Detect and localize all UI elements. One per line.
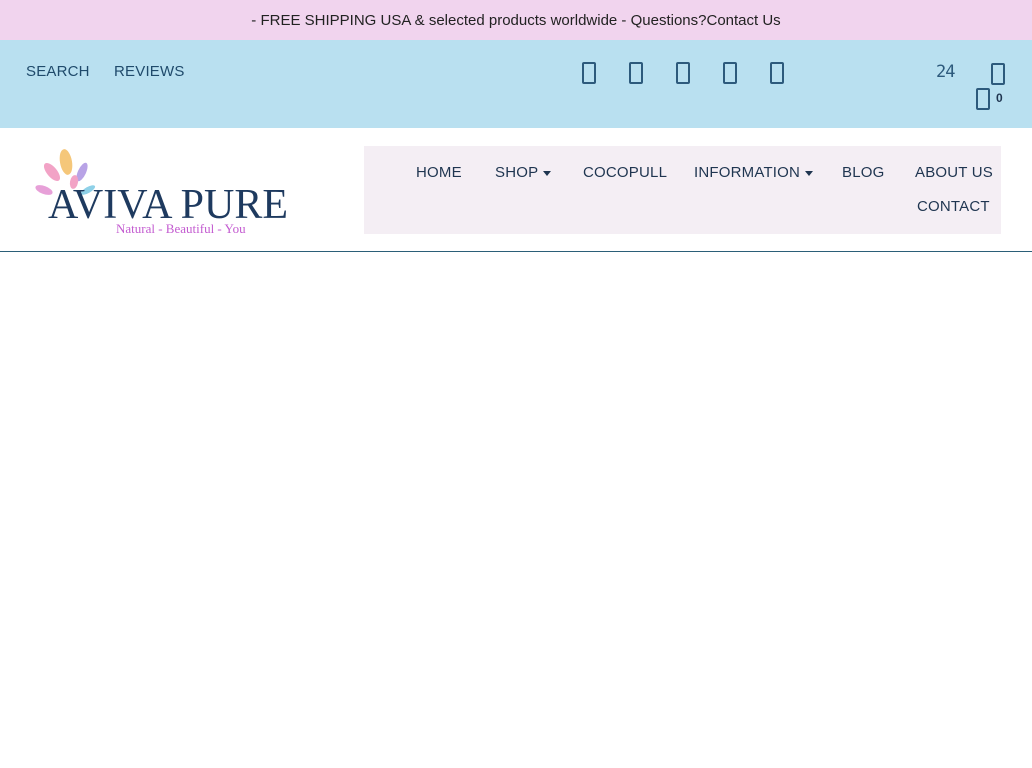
nav-contact-label: CONTACT <box>917 198 990 215</box>
twitter-icon[interactable] <box>723 62 737 84</box>
announcement-contact-link[interactable]: Contact Us <box>706 12 780 29</box>
logo-petal <box>59 149 73 175</box>
site-header: AVIVA PURE Natural - Beautiful - You HOM… <box>0 128 1032 252</box>
facebook-icon[interactable] <box>582 62 596 84</box>
caret-down-icon <box>805 170 814 176</box>
logo-graphic: AVIVA PURE Natural - Beautiful - You <box>35 149 288 236</box>
nav-shop[interactable]: SHOP <box>495 164 552 181</box>
nav-home[interactable]: HOME <box>416 164 462 181</box>
nav-information-label: INFORMATION <box>694 164 801 181</box>
nav-blog[interactable]: BLOG <box>842 164 884 181</box>
pinterest-icon[interactable] <box>676 62 690 84</box>
account-icon[interactable] <box>991 63 1005 85</box>
logo-tagline: Natural - Beautiful - You <box>116 221 246 236</box>
announcement-bar: - FREE SHIPPING USA & selected products … <box>0 0 1032 40</box>
cart-count-badge: 0 <box>996 91 1003 105</box>
nav-about-us[interactable]: ABOUT US <box>915 164 993 181</box>
nav-cocopull-label: COCOPULL <box>583 164 668 181</box>
nav-information[interactable]: INFORMATION <box>694 164 814 181</box>
search-link[interactable]: SEARCH <box>26 63 90 80</box>
main-navigation: HOME SHOP COCOPULL INFORMATION BLOG ABOU… <box>364 146 1001 234</box>
site-logo[interactable]: AVIVA PURE Natural - Beautiful - You <box>30 146 320 238</box>
hours-24-icon[interactable]: 24 <box>936 62 956 82</box>
logo-petal <box>43 162 61 182</box>
nav-cocopull[interactable]: COCOPULL <box>583 164 667 181</box>
reviews-link[interactable]: REVIEWS <box>114 63 185 80</box>
instagram-icon[interactable] <box>629 62 643 84</box>
nav-contact[interactable]: CONTACT <box>917 198 990 215</box>
nav-about-us-label: ABOUT US <box>915 164 994 181</box>
cart-icon[interactable] <box>976 88 990 110</box>
nav-blog-label: BLOG <box>842 164 885 181</box>
nav-shop-label: SHOP <box>495 164 539 181</box>
youtube-icon[interactable] <box>770 62 784 84</box>
announcement-text: - FREE SHIPPING USA & selected products … <box>251 11 707 29</box>
caret-down-icon <box>543 170 552 176</box>
main-content <box>0 252 1032 768</box>
nav-home-label: HOME <box>416 164 462 181</box>
top-utility-bar: SEARCH REVIEWS 24 0 <box>0 40 1032 128</box>
